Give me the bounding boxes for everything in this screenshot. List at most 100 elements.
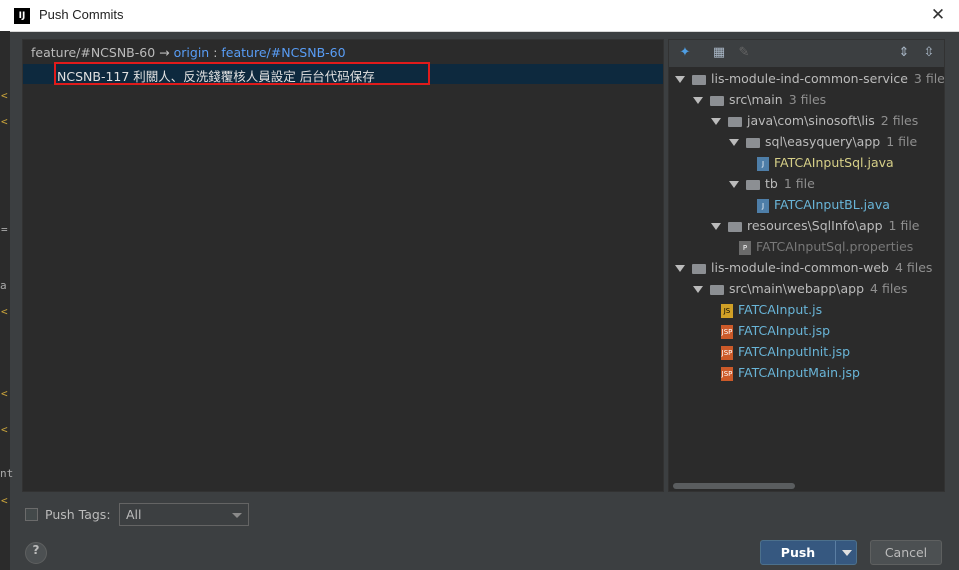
help-button[interactable]: ? bbox=[25, 542, 47, 564]
changed-files-panel: ✦ ▦ ✎ ⇕ ⇳ lis-module-ind-common-service 3… bbox=[668, 39, 945, 492]
expand-all-icon[interactable]: ⇕ bbox=[896, 45, 912, 61]
tags-dropdown[interactable]: All bbox=[119, 503, 249, 526]
pin-icon[interactable]: ✦ bbox=[677, 45, 693, 61]
commits-panel: feature/#NCSNB-60 → origin : feature/#NC… bbox=[22, 39, 664, 492]
tree-item-name: FATCAInputMain.jsp bbox=[738, 365, 860, 380]
tree-item-count: 1 file bbox=[886, 134, 918, 149]
tree-item-name: java\com\sinosoft\lis bbox=[747, 113, 875, 128]
properties-file-icon: P bbox=[739, 240, 751, 255]
strip-mark: < bbox=[1, 305, 8, 318]
tree-item-count: 2 files bbox=[880, 113, 919, 128]
strip-mark: = bbox=[1, 223, 8, 236]
expand-triangle-icon[interactable] bbox=[729, 181, 739, 188]
tree-file-row[interactable]: JSP FATCAInputInit.jsp bbox=[669, 341, 850, 362]
tree-folder-row[interactable]: tb 1 file bbox=[669, 173, 815, 194]
tree-folder-row[interactable]: resources\SqlInfo\app 1 file bbox=[669, 215, 920, 236]
chevron-down-icon bbox=[232, 513, 242, 518]
tree-file-row[interactable]: JSP FATCAInputMain.jsp bbox=[669, 362, 860, 383]
expand-triangle-icon[interactable] bbox=[675, 265, 685, 272]
tags-dropdown-value: All bbox=[126, 507, 142, 522]
tree-item-name: sql\easyquery\app bbox=[765, 134, 881, 149]
tree-item-name: src\main bbox=[729, 92, 783, 107]
remote-branch-link[interactable]: feature/#NCSNB-60 bbox=[221, 45, 345, 60]
tree-item-count: 4 files bbox=[894, 260, 933, 275]
strip-mark: < bbox=[1, 89, 8, 102]
push-tags-label: Push Tags: bbox=[45, 507, 111, 522]
tree-folder-row[interactable]: src\main 3 files bbox=[669, 89, 826, 110]
title-bar: IJ Push Commits ✕ bbox=[0, 0, 959, 32]
tree-item-name: resources\SqlInfo\app bbox=[747, 218, 883, 233]
push-options-chevron-icon[interactable] bbox=[842, 550, 852, 556]
tree-file-row[interactable]: JSP FATCAInput.jsp bbox=[669, 320, 830, 341]
expand-triangle-icon[interactable] bbox=[693, 286, 703, 293]
jsp-file-icon: JSP bbox=[721, 345, 733, 360]
java-file-icon: J bbox=[757, 156, 769, 171]
tree-item-name: FATCAInput.jsp bbox=[738, 323, 831, 338]
js-file-icon: JS bbox=[721, 303, 733, 318]
module-folder-icon bbox=[692, 263, 706, 274]
expand-triangle-icon[interactable] bbox=[675, 76, 685, 83]
push-button[interactable]: Push bbox=[760, 540, 857, 565]
expand-triangle-icon[interactable] bbox=[711, 118, 721, 125]
push-button-label: Push bbox=[780, 545, 816, 560]
tree-item-name: lis-module-ind-common-service bbox=[711, 71, 908, 86]
files-toolbar: ✦ ▦ ✎ ⇕ ⇳ bbox=[669, 40, 944, 67]
jsp-file-icon: JSP bbox=[721, 324, 733, 339]
tree-folder-row[interactable]: lis-module-ind-common-web 4 files bbox=[669, 257, 932, 278]
local-branch: feature/#NCSNB-60 bbox=[31, 45, 156, 60]
intellij-logo-icon: IJ bbox=[14, 8, 30, 24]
expand-triangle-icon[interactable] bbox=[729, 139, 739, 146]
edit-icon[interactable]: ✎ bbox=[736, 45, 752, 61]
folder-icon bbox=[746, 137, 760, 148]
close-icon[interactable]: ✕ bbox=[929, 6, 947, 24]
folder-icon bbox=[728, 116, 742, 127]
horizontal-scrollbar[interactable] bbox=[673, 483, 795, 489]
tree-item-name: FATCAInputInit.jsp bbox=[738, 344, 851, 359]
tree-folder-row[interactable]: src\main\webapp\app 4 files bbox=[669, 278, 908, 299]
strip-mark: a bbox=[0, 279, 7, 292]
tree-file-row[interactable]: J FATCAInputSql.java bbox=[669, 152, 894, 173]
group-by-icon[interactable]: ▦ bbox=[711, 45, 727, 61]
arrow-icon: → bbox=[159, 45, 170, 60]
folder-icon bbox=[710, 95, 724, 106]
tree-item-count: 1 file bbox=[888, 218, 920, 233]
branch-header: feature/#NCSNB-60 → origin : feature/#NC… bbox=[31, 45, 346, 60]
tree-item-name: src\main\webapp\app bbox=[729, 281, 865, 296]
strip-mark: < bbox=[1, 387, 8, 400]
folder-icon bbox=[746, 179, 760, 190]
push-button-divider bbox=[835, 541, 836, 564]
branch-separator: : bbox=[213, 45, 218, 60]
window-title: Push Commits bbox=[39, 7, 124, 22]
tree-item-count: 4 files bbox=[870, 281, 908, 296]
tree-item-name: FATCAInputBL.java bbox=[774, 197, 890, 212]
push-tags-checkbox[interactable] bbox=[25, 508, 38, 521]
tree-folder-row[interactable]: lis-module-ind-common-service 3 files bbox=[669, 68, 945, 89]
tree-file-row[interactable]: P FATCAInputSql.properties bbox=[669, 236, 913, 257]
collapse-all-icon[interactable]: ⇳ bbox=[921, 45, 937, 61]
tree-folder-row[interactable]: sql\easyquery\app 1 file bbox=[669, 131, 917, 152]
strip-mark: nt bbox=[0, 467, 14, 480]
java-file-icon: J bbox=[757, 198, 769, 213]
jsp-file-icon: JSP bbox=[721, 366, 733, 381]
expand-triangle-icon[interactable] bbox=[693, 97, 703, 104]
tree-item-name: tb bbox=[765, 176, 778, 191]
tree-file-row[interactable]: J FATCAInputBL.java bbox=[669, 194, 890, 215]
strip-mark: < bbox=[1, 115, 8, 128]
module-folder-icon bbox=[692, 74, 706, 85]
tree-item-count: 1 file bbox=[783, 176, 815, 191]
tree-item-count: 3 files bbox=[788, 92, 827, 107]
strip-mark: < bbox=[1, 494, 8, 507]
tree-item-name: FATCAInputSql.properties bbox=[756, 239, 914, 254]
folder-icon bbox=[710, 284, 724, 295]
tree-file-row[interactable]: JS FATCAInput.js bbox=[669, 299, 822, 320]
remote-link[interactable]: origin bbox=[174, 45, 210, 60]
tree-item-name: FATCAInput.js bbox=[738, 302, 823, 317]
tree-item-count: 3 files bbox=[913, 71, 945, 86]
strip-mark: < bbox=[1, 423, 8, 436]
tree-item-name: lis-module-ind-common-web bbox=[711, 260, 889, 275]
folder-icon bbox=[728, 221, 742, 232]
tree-item-name: FATCAInputSql.java bbox=[774, 155, 894, 170]
cancel-button[interactable]: Cancel bbox=[870, 540, 942, 565]
expand-triangle-icon[interactable] bbox=[711, 223, 721, 230]
tree-folder-row[interactable]: java\com\sinosoft\lis 2 files bbox=[669, 110, 918, 131]
